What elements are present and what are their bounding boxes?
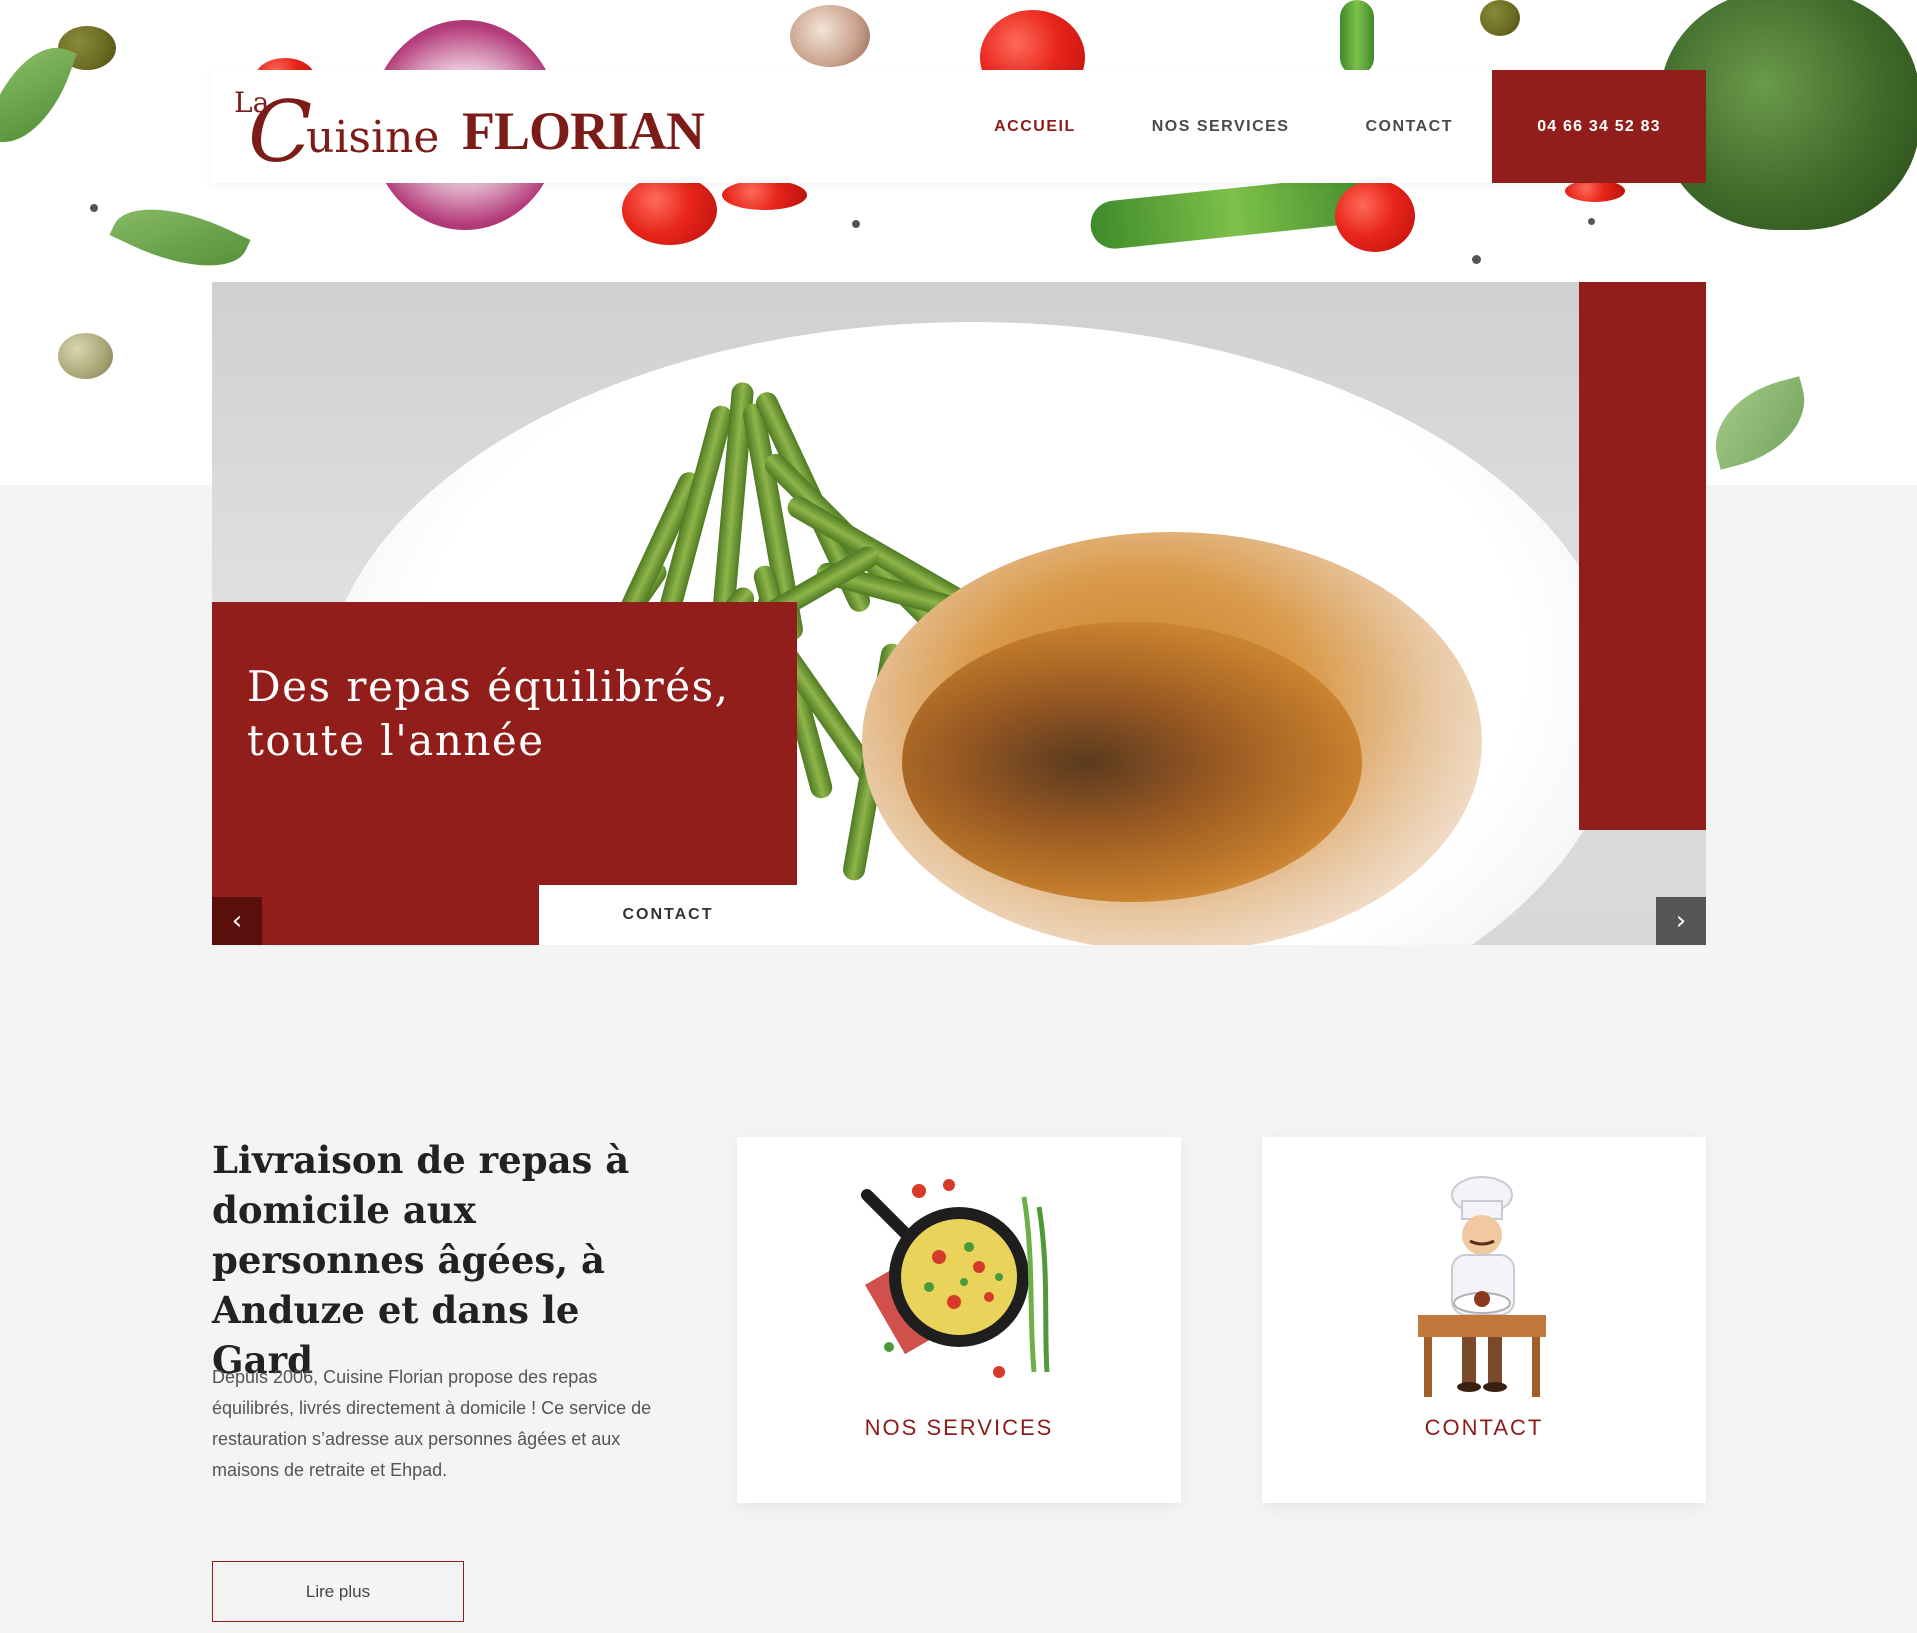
read-more-button[interactable]: Lire plus [212, 1561, 464, 1622]
peppercorn-decoration [1588, 218, 1595, 225]
hero-accent-bar [1579, 282, 1706, 830]
phone-button[interactable]: 04 66 34 52 83 [1492, 70, 1706, 183]
basil-leaf-decoration [1702, 376, 1818, 470]
frying-pan-omelette-illustration [861, 1179, 1050, 1378]
slider-next-button[interactable]: › [1656, 897, 1706, 945]
nav-accueil[interactable]: ACCUEIL [994, 118, 1076, 136]
intro-title: Livraison de repas à domicile aux person… [212, 1138, 630, 1382]
contact-card-label: CONTACT [1424, 1415, 1544, 1440]
nav-contact[interactable]: CONTACT [1365, 118, 1453, 136]
chef-at-table-illustration [1418, 1176, 1546, 1397]
services-card[interactable]: NOS SERVICES [737, 1137, 1181, 1503]
sauce-image [902, 622, 1362, 902]
logo-text-cuisine: uisine [306, 112, 440, 163]
peppercorn-decoration [852, 220, 860, 228]
basil-leaf-decoration [0, 33, 78, 157]
basil-leaf-decoration [109, 185, 251, 290]
hero-caption-title: Des repas équilibrés, toute l'année [247, 662, 730, 765]
intro-text: Depuis 2006, Cuisine Florian propose des… [212, 1367, 652, 1480]
olive-decoration [58, 333, 113, 379]
chevron-right-icon: › [1675, 906, 1687, 936]
tomato-slice-decoration [1335, 180, 1415, 252]
peppercorn-decoration [1472, 255, 1481, 264]
hero-contact-button[interactable]: CONTACT [539, 885, 797, 945]
site-header: La C uisine FLORIAN ACCUEIL NOS SERVICES… [212, 70, 1706, 183]
site-logo[interactable]: La C uisine FLORIAN [234, 86, 705, 174]
main-navigation: ACCUEIL NOS SERVICES CONTACT [918, 70, 1453, 183]
chili-pepper-decoration [1340, 0, 1374, 75]
olive-decoration [1480, 0, 1520, 36]
logo-text-c: C [248, 83, 313, 181]
tomato-slice-decoration [1565, 180, 1625, 202]
contact-card[interactable]: CONTACT [1262, 1137, 1706, 1503]
tomato-slice-decoration [622, 175, 717, 245]
tomato-slice-decoration [722, 180, 807, 210]
hero-slider: Des repas équilibrés, toute l'année CONT… [212, 282, 1706, 945]
garlic-decoration [790, 5, 870, 67]
logo-text-florian: FLORIAN [462, 101, 705, 161]
peppercorn-decoration [90, 204, 98, 212]
slider-prev-button[interactable]: ‹ [212, 897, 262, 945]
nav-nos-services[interactable]: NOS SERVICES [1152, 118, 1290, 136]
services-card-label: NOS SERVICES [864, 1415, 1054, 1440]
chevron-left-icon: ‹ [231, 906, 243, 936]
